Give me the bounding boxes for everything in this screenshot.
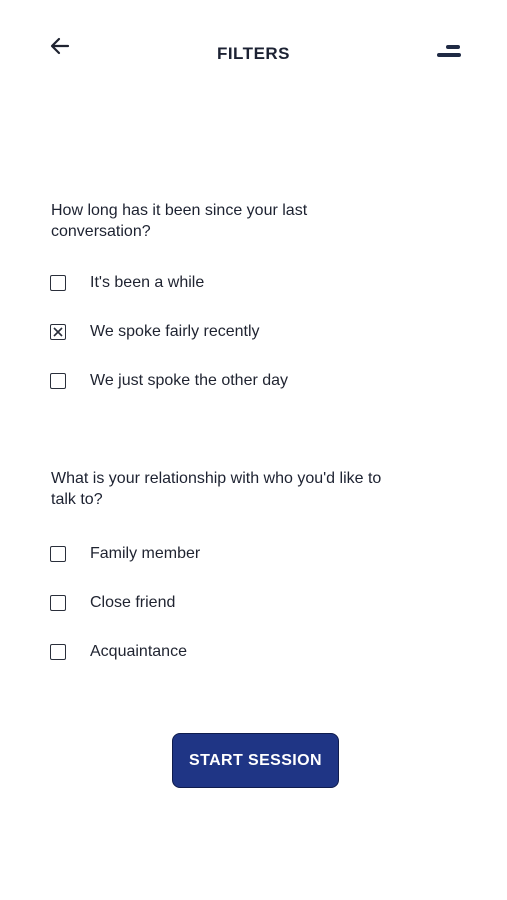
page-title: FILTERS: [216, 44, 291, 63]
menu-button[interactable]: [432, 38, 466, 68]
option-label: Family member: [90, 545, 201, 562]
header: FILTERS: [0, 0, 507, 100]
checkbox[interactable]: [50, 324, 66, 340]
menu-lines-icon: [436, 42, 462, 65]
checkbox[interactable]: [50, 546, 66, 562]
option-label: Acquaintance: [90, 643, 187, 660]
option-been-a-while[interactable]: It's been a while: [50, 272, 204, 294]
option-label: It's been a while: [90, 274, 205, 291]
start-session-button[interactable]: START SESSION: [172, 733, 339, 788]
checkbox[interactable]: [50, 644, 66, 660]
option-acquaintance[interactable]: Acquaintance: [50, 641, 187, 663]
option-label: We just spoke the other day: [90, 372, 289, 389]
checkbox[interactable]: [50, 275, 66, 291]
x-mark-icon: [53, 327, 63, 337]
option-close-friend[interactable]: Close friend: [50, 592, 175, 614]
option-label: We spoke fairly recently: [90, 323, 260, 340]
option-family-member[interactable]: Family member: [50, 543, 200, 565]
option-label: Close friend: [90, 594, 176, 611]
option-spoke-fairly-recently[interactable]: We spoke fairly recently: [50, 321, 260, 343]
question-relationship: What is your relationship with who you'd…: [51, 470, 382, 508]
option-just-spoke[interactable]: We just spoke the other day: [50, 370, 288, 392]
checkbox[interactable]: [50, 373, 66, 389]
question-last-conversation: How long has it been since your last con…: [51, 202, 308, 240]
checkbox[interactable]: [50, 595, 66, 611]
